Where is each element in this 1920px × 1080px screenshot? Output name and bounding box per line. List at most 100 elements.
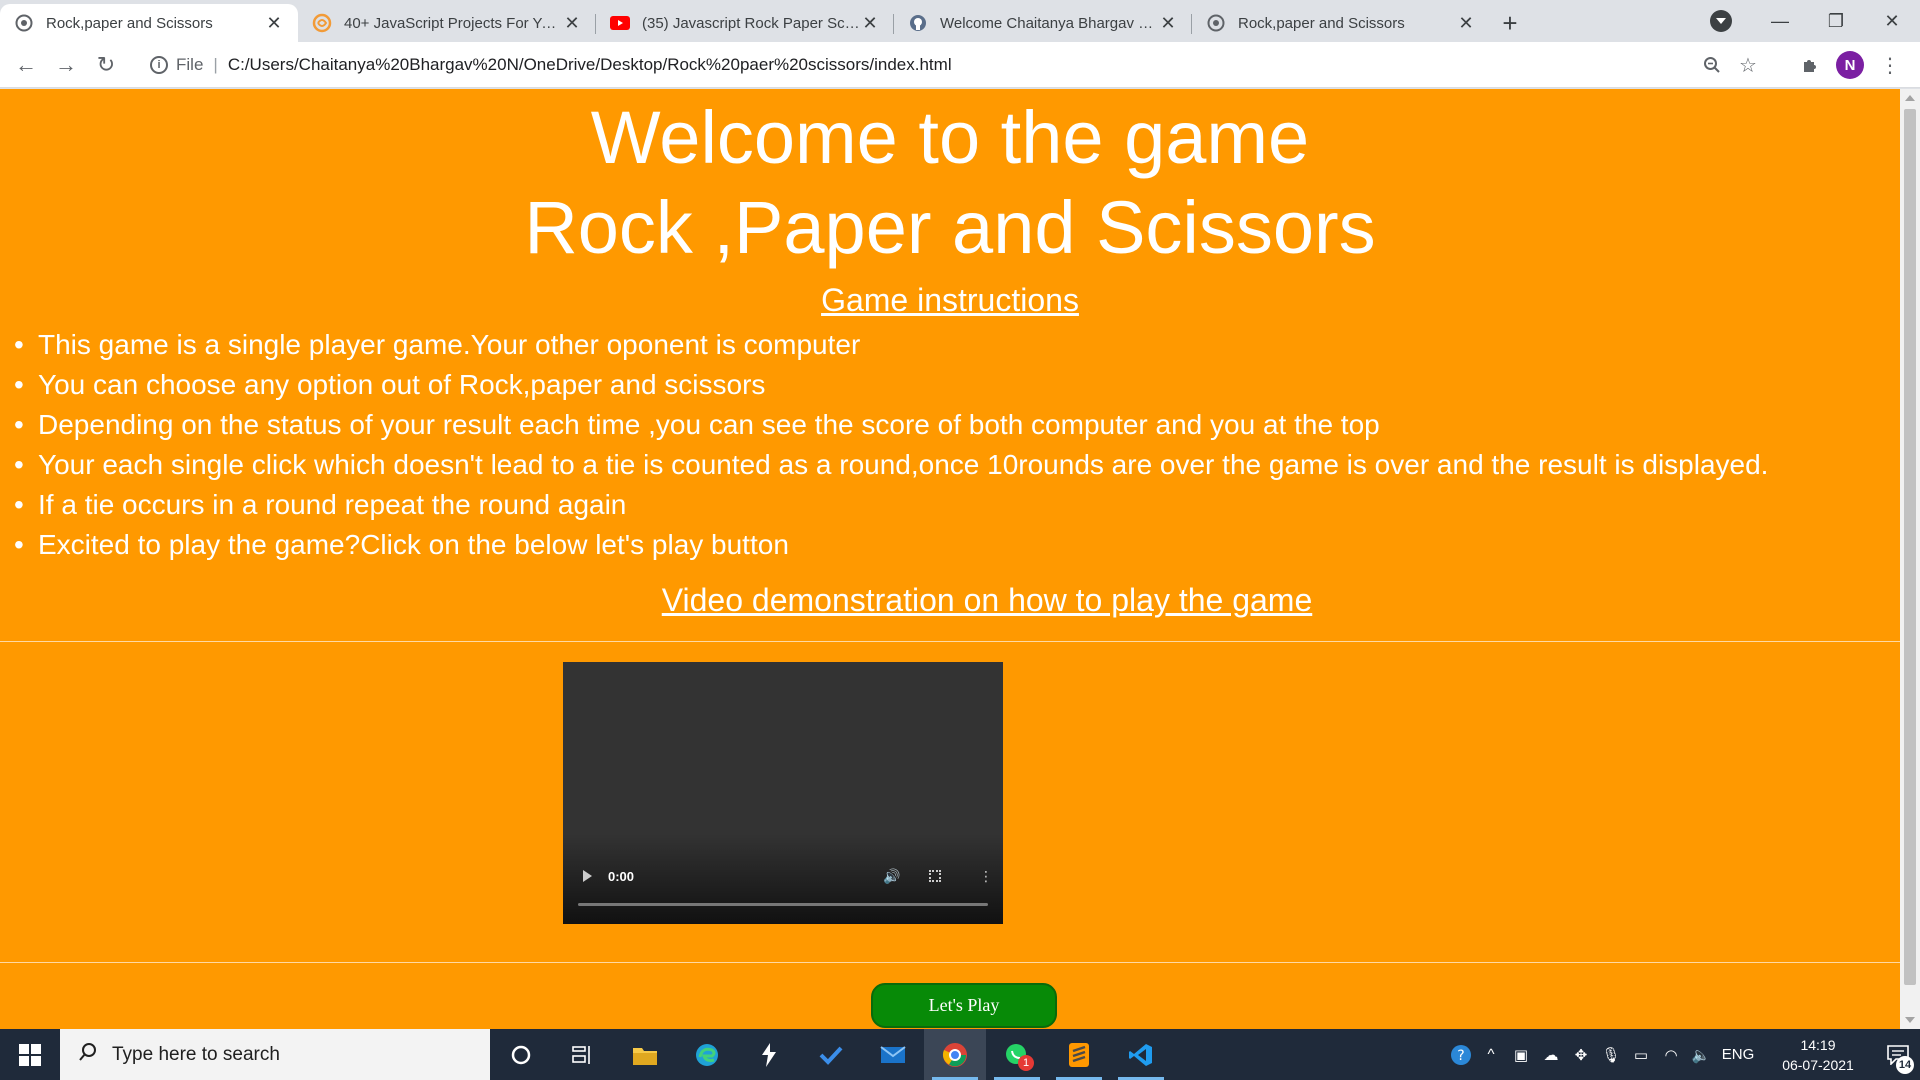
tab-youtube-video[interactable]: (35) Javascript Rock Paper Scissors ✕: [596, 4, 894, 42]
video-player[interactable]: 0:00 🔊 ⋮: [563, 662, 1003, 924]
github-icon: [908, 13, 928, 33]
task-view-icon[interactable]: [552, 1029, 614, 1080]
close-tab-icon[interactable]: ✕: [264, 13, 284, 33]
vscode-icon[interactable]: [1110, 1029, 1172, 1080]
close-tab-icon[interactable]: ✕: [1456, 13, 1476, 33]
clock[interactable]: 14:19 06-07-2021: [1772, 1035, 1864, 1075]
bookmark-star-icon[interactable]: ☆: [1730, 53, 1766, 78]
dropbox-icon[interactable]: ✥: [1568, 1046, 1594, 1064]
page-scrollbar[interactable]: [1900, 89, 1920, 1029]
forward-icon[interactable]: →: [46, 45, 86, 85]
address-bar[interactable]: i File | C:/Users/Chaitanya%20Bhargav%20…: [136, 47, 1766, 83]
tab-title: 40+ JavaScript Projects For Your Portfol…: [344, 14, 562, 32]
video-controls: 0:00 🔊 ⋮: [563, 864, 1003, 888]
volume-icon[interactable]: 🔊: [883, 868, 900, 885]
rule-item: Depending on the status of your result e…: [14, 405, 1884, 445]
video-progress-bar[interactable]: [578, 903, 988, 906]
window-controls: — ❐ ✕: [1752, 0, 1920, 42]
back-icon[interactable]: ←: [6, 45, 46, 85]
browser-toolbar: ← → ↻ i File | C:/Users/Chaitanya%20Bhar…: [0, 42, 1920, 88]
windows-taskbar: Type here to search 1 ? ^ ▣ ☁ ✥ 🎙 ▭ ◠ 🔈 …: [0, 1029, 1920, 1080]
menu-kebab-icon[interactable]: ⋮: [1870, 45, 1910, 85]
scrollbar-thumb[interactable]: [1904, 109, 1916, 985]
search-placeholder: Type here to search: [112, 1043, 280, 1065]
game-title: Rock ,Paper and Scissors: [524, 186, 1376, 269]
tab-strip: Rock,paper and Scissors ✕ 40+ JavaScript…: [0, 0, 1920, 42]
close-tab-icon[interactable]: ✕: [860, 13, 880, 33]
whatsapp-badge: 1: [1018, 1055, 1034, 1071]
url-text[interactable]: C:/Users/Chaitanya%20Bhargav%20N/OneDriv…: [228, 55, 952, 75]
video-demo-link[interactable]: Video demonstration on how to play the g…: [0, 578, 1900, 622]
tab-github-welcome[interactable]: Welcome Chaitanya Bhargav N to ✕: [894, 4, 1192, 42]
globe-icon: [14, 13, 34, 33]
rule-item: Excited to play the game?Click on the be…: [14, 525, 1884, 565]
volume-icon[interactable]: 🔈: [1688, 1046, 1714, 1064]
scroll-up-icon[interactable]: [1905, 95, 1915, 101]
swirl-icon: [312, 13, 332, 33]
lets-play-button[interactable]: Let's Play: [871, 983, 1057, 1028]
tab-title: (35) Javascript Rock Paper Scissors: [642, 14, 860, 32]
minimize-icon[interactable]: —: [1752, 0, 1808, 42]
rule-item: This game is a single player game.Your o…: [14, 325, 1884, 365]
svg-text:?: ?: [1457, 1048, 1464, 1064]
meet-now-icon[interactable]: ▣: [1508, 1046, 1534, 1064]
battery-icon[interactable]: ▭: [1628, 1046, 1654, 1064]
play-icon[interactable]: [583, 870, 592, 882]
rule-item: If a tie occurs in a round repeat the ro…: [14, 485, 1884, 525]
tab-title: Welcome Chaitanya Bhargav N to: [940, 14, 1158, 32]
fullscreen-icon[interactable]: [929, 870, 941, 882]
close-tab-icon[interactable]: ✕: [562, 13, 582, 33]
video-time: 0:00: [608, 868, 635, 884]
profile-avatar[interactable]: N: [1836, 51, 1864, 79]
help-icon[interactable]: ?: [1448, 1044, 1474, 1066]
youtube-icon: [610, 13, 630, 33]
info-icon[interactable]: i: [150, 56, 168, 74]
tab-rock-paper-scissors[interactable]: Rock,paper and Scissors ✕: [0, 4, 298, 42]
mail-icon[interactable]: [862, 1029, 924, 1080]
sublime-text-icon[interactable]: [1048, 1029, 1110, 1080]
tab-title: Rock,paper and Scissors: [1238, 14, 1405, 32]
globe-icon: [1206, 13, 1226, 33]
edge-browser-icon[interactable]: [676, 1029, 738, 1080]
tab-search-icon[interactable]: [1710, 10, 1732, 32]
windows-start-icon[interactable]: [0, 1029, 60, 1080]
rules-list: This game is a single player game.Your o…: [14, 325, 1884, 565]
whatsapp-icon[interactable]: 1: [986, 1029, 1048, 1080]
todo-icon[interactable]: [800, 1029, 862, 1080]
close-window-icon[interactable]: ✕: [1864, 0, 1920, 42]
instructions-heading: Game instructions: [821, 282, 1079, 318]
restore-icon[interactable]: ❐: [1808, 0, 1864, 42]
onedrive-icon[interactable]: ☁: [1538, 1046, 1564, 1064]
extensions-icon[interactable]: [1790, 45, 1830, 85]
more-options-icon[interactable]: ⋮: [979, 869, 993, 883]
tab-title: Rock,paper and Scissors: [46, 14, 213, 32]
search-icon: [78, 1042, 98, 1068]
zoom-icon[interactable]: [1694, 56, 1730, 74]
tab-rock-paper-scissors-2[interactable]: Rock,paper and Scissors ✕: [1192, 4, 1490, 42]
scroll-down-icon[interactable]: [1905, 1017, 1915, 1023]
chevron-up-icon[interactable]: ^: [1478, 1046, 1504, 1063]
wifi-icon[interactable]: ◠: [1658, 1046, 1684, 1064]
welcome-heading: Welcome to the game: [590, 96, 1310, 179]
clock-time: 14:19: [1800, 1036, 1836, 1053]
page-content: Welcome to the game Rock ,Paper and Scis…: [0, 89, 1900, 1029]
file-explorer-icon[interactable]: [614, 1029, 676, 1080]
language-indicator[interactable]: ENG: [1718, 1046, 1758, 1063]
divider: [0, 962, 1900, 963]
reload-icon[interactable]: ↻: [86, 45, 126, 85]
rule-item: You can choose any option out of Rock,pa…: [14, 365, 1884, 405]
tab-javascript-projects[interactable]: 40+ JavaScript Projects For Your Portfol…: [298, 4, 596, 42]
notification-count: 14: [1896, 1056, 1914, 1074]
microphone-icon[interactable]: 🎙: [1598, 1046, 1624, 1064]
chrome-icon[interactable]: [924, 1029, 986, 1080]
new-tab-button[interactable]: +: [1490, 4, 1530, 42]
close-tab-icon[interactable]: ✕: [1158, 13, 1178, 33]
clock-date: 06-07-2021: [1782, 1056, 1854, 1073]
scheme-label: File: [176, 55, 204, 74]
notification-center-icon[interactable]: 14: [1876, 1029, 1920, 1080]
cursor-app-icon[interactable]: [738, 1029, 800, 1080]
system-tray: ? ^ ▣ ☁ ✥ 🎙 ▭ ◠ 🔈 ENG 14:19 06-07-2021 1…: [1446, 1029, 1920, 1080]
divider: [0, 641, 1900, 642]
cortana-icon[interactable]: [490, 1029, 552, 1080]
taskbar-search-input[interactable]: Type here to search: [60, 1029, 490, 1080]
